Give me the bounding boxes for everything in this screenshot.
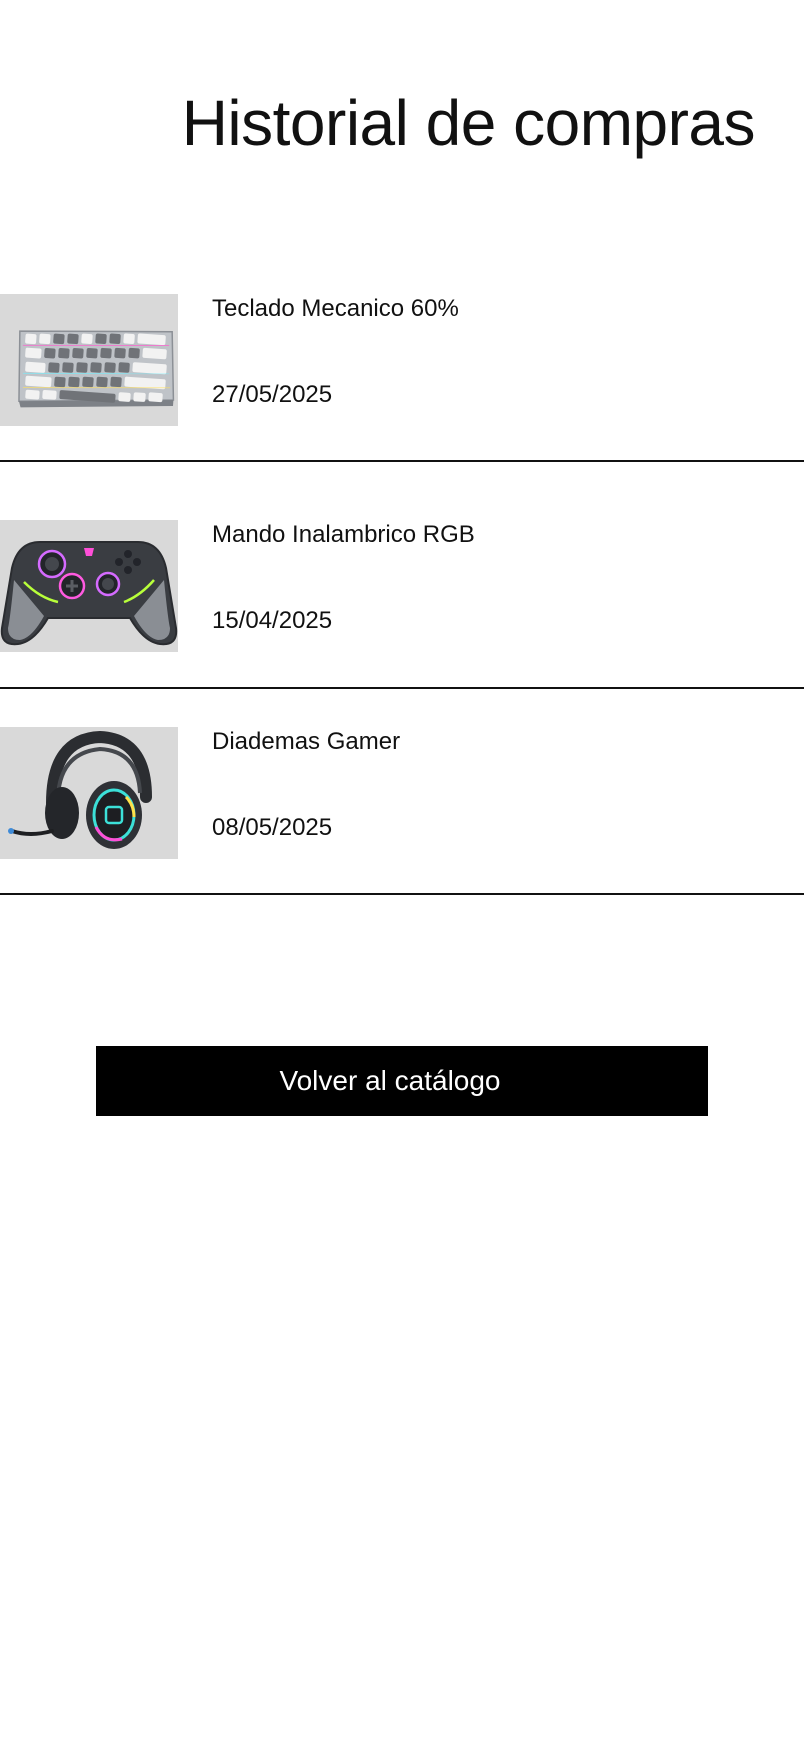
- back-to-catalog-button[interactable]: Volver al catálogo: [96, 1046, 708, 1116]
- headset-image: [0, 727, 178, 859]
- purchase-date: 27/05/2025: [212, 381, 333, 408]
- divider: [0, 893, 804, 895]
- divider: [0, 687, 804, 689]
- page-title: Historial de compras: [181, 87, 756, 159]
- purchase-date: 08/05/2025: [212, 814, 333, 841]
- product-name: Mando Inalambrico RGB: [212, 521, 475, 548]
- keyboard-image: [0, 294, 178, 426]
- purchase-date: 15/04/2025: [212, 607, 333, 634]
- product-name: Diademas Gamer: [212, 728, 401, 755]
- product-name: Teclado Mecanico 60%: [212, 295, 459, 322]
- gamepad-image: [0, 520, 178, 652]
- back-to-catalog-label: Volver al catálogo: [279, 1065, 501, 1096]
- divider: [0, 460, 804, 462]
